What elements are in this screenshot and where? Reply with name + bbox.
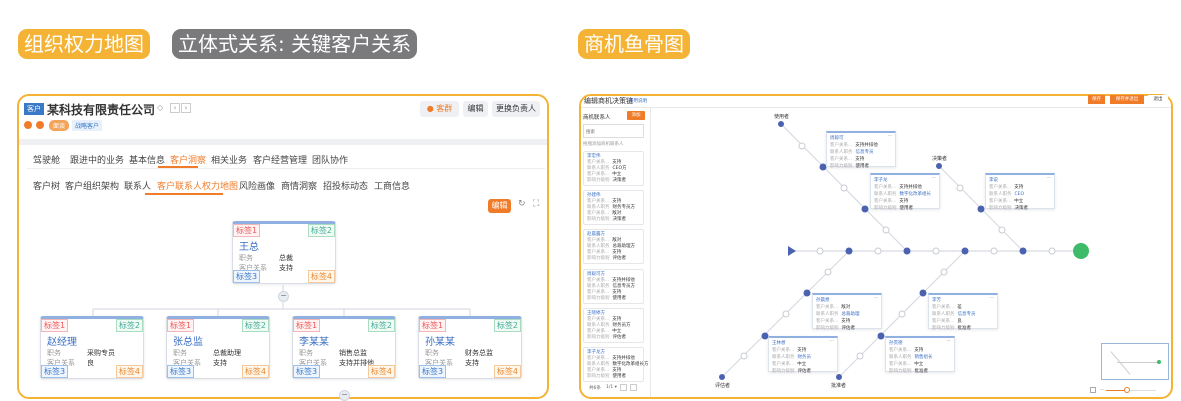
- field-row: 影响力级别 评估者: [816, 326, 855, 331]
- field-row: 影响力级别 评估者: [772, 369, 811, 374]
- field-row: 联系人职务 CEO: [989, 192, 1025, 197]
- minimap[interactable]: [1101, 343, 1169, 380]
- field-row: 影响力级别 批准者: [889, 369, 928, 374]
- fishbone-contact-card[interactable]: — 孙贯德客户关系... 支持联系人职务 销售组长 客户关系... 中立 影响力级别 批准者: [885, 336, 955, 374]
- spine-arrow-icon: [788, 246, 796, 256]
- more-icon[interactable]: —: [874, 295, 879, 302]
- field-row: 客户关系... 支持并排他: [874, 185, 922, 190]
- role-label-evaluator: 评估者: [715, 383, 731, 389]
- contact-name: 李说: [989, 178, 998, 183]
- more-icon[interactable]: —: [990, 295, 995, 302]
- field-row: 客户关系... 支持并排他: [830, 143, 878, 148]
- more-icon[interactable]: —: [830, 338, 835, 345]
- field-row: 联系人职务 总裁助理: [816, 312, 860, 317]
- contact-name: 孙晨想: [816, 298, 830, 303]
- field-row: 联系人职务 信息专员: [932, 312, 976, 317]
- field-row: 客户关系... 支持: [772, 348, 807, 353]
- role-label-user: 使用者: [774, 114, 790, 120]
- field-row: 客户关系... 差: [932, 305, 962, 310]
- more-icon[interactable]: —: [932, 175, 937, 182]
- field-row: 联系人职务 财务员: [772, 355, 811, 360]
- field-row: 客户关系... 中立: [889, 362, 924, 367]
- contact-name: 孙贯德: [889, 341, 903, 346]
- field-row: 客户关系... 敌对: [816, 305, 851, 310]
- fishbone-contact-card[interactable]: — 孙晨想客户关系... 敌对联系人职务 总裁助理 客户关系... 支持 影响力级别 评估者: [812, 293, 882, 331]
- contact-name: 李芳: [932, 298, 941, 303]
- zoom-out-icon[interactable]: −: [1100, 387, 1104, 393]
- role-label-approver: 批准者: [831, 383, 847, 389]
- field-row: 客户关系... 中立: [772, 362, 807, 367]
- more-icon[interactable]: —: [888, 133, 893, 140]
- field-row: 客户关系... 中立: [989, 199, 1024, 204]
- field-row: 影响力级别 决策者: [989, 206, 1028, 211]
- contact-name: 王林想: [772, 341, 786, 346]
- contact-name: 周毅可: [830, 136, 844, 141]
- field-row: 客户关系... 支持: [830, 157, 865, 162]
- field-row: 客户关系... 支持: [989, 185, 1024, 190]
- field-row: 客户关系... 支持: [889, 348, 924, 353]
- fishbone-contact-card[interactable]: — 李说客户关系... 支持 联系人职务 CEO 客户关系... 中立 影响力级别 决策者: [985, 173, 1055, 211]
- fishbone-contact-card[interactable]: — 李子龙客户关系... 支持并排他联系人职务 数字化改革组长 客户关系... 支持 影响…: [870, 173, 940, 211]
- field-row: 客户关系... 支持: [874, 199, 909, 204]
- field-row: 影响力级别 使用者: [830, 164, 869, 169]
- fishbone-contact-card[interactable]: — 周毅可客户关系... 支持并排他 联系人职务 信息专员 客户关系... 支持 影响力级别…: [826, 131, 896, 169]
- field-row: 客户关系... 良: [932, 319, 962, 324]
- field-row: 联系人职务 信息专员: [830, 150, 874, 155]
- field-row: 联系人职务 数字化改革组长: [874, 192, 931, 197]
- field-row: 联系人职务 销售组长: [889, 355, 933, 360]
- more-icon[interactable]: —: [947, 338, 952, 345]
- fit-view-icon[interactable]: [1090, 387, 1096, 393]
- field-row: 影响力级别 批准者: [932, 326, 971, 331]
- field-row: 客户关系... 支持: [816, 319, 851, 324]
- zoom-slider-handle[interactable]: [1124, 387, 1130, 393]
- fishbone-contact-card[interactable]: — 李芳客户关系... 差联系人职务 信息专员 客户关系... 良影响力级别 批准者: [928, 293, 998, 331]
- field-row: 影响力级别 使用者: [874, 206, 913, 211]
- zoom-slider-fill: [1106, 390, 1126, 391]
- more-icon[interactable]: —: [1047, 175, 1052, 182]
- role-label-decider: 决策者: [932, 156, 948, 162]
- fishbone-contact-card[interactable]: — 王林想客户关系... 支持 联系人职务 财务员 客户关系... 中立 影响力级别 评估者: [768, 336, 838, 374]
- contact-name: 李子龙: [874, 178, 888, 183]
- fish-head-icon: [1073, 243, 1089, 259]
